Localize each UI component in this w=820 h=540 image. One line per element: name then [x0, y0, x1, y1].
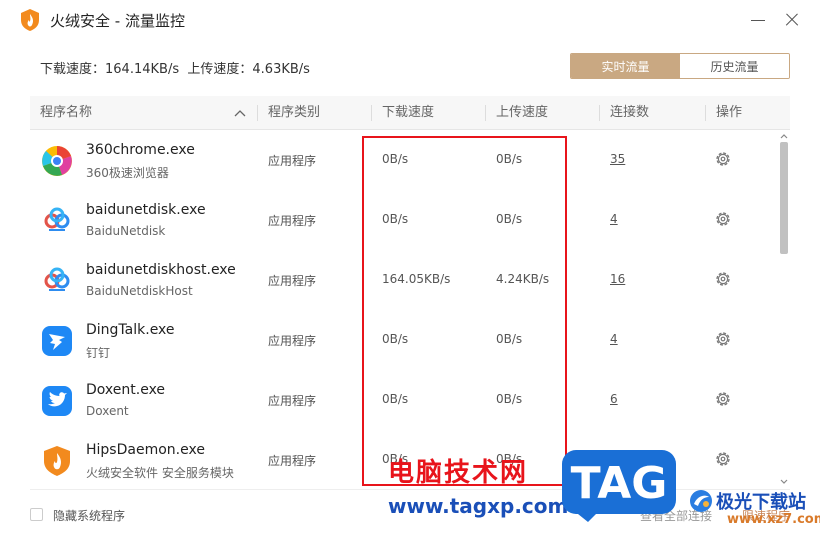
window-title: 火绒安全 - 流量监控 — [50, 12, 185, 30]
download-speed: 0B/s — [382, 392, 409, 406]
column-separator — [705, 105, 706, 121]
column-separator — [485, 105, 486, 121]
baidunetdisk-icon — [44, 207, 70, 231]
360chrome-icon — [42, 146, 72, 176]
process-name: DingTalk.exe — [86, 322, 175, 338]
hide-system-label[interactable]: 隐藏系统程序 — [53, 507, 125, 524]
process-description: BaiduNetdiskHost — [86, 284, 193, 298]
download-label: 下载速度： — [40, 62, 106, 77]
gear-icon[interactable] — [714, 270, 732, 288]
gear-icon[interactable] — [714, 330, 732, 348]
minimize-button[interactable] — [748, 10, 768, 30]
gear-icon[interactable] — [714, 450, 732, 468]
gear-icon[interactable] — [714, 390, 732, 408]
process-description: 钉钉 — [86, 346, 111, 360]
connection-count-link[interactable]: 35 — [610, 152, 625, 166]
process-description: 360极速浏览器 — [86, 166, 169, 180]
column-header-upload[interactable]: 上传速度 — [496, 96, 548, 130]
upload-speed: 0B/s — [496, 332, 523, 346]
process-type: 应用程序 — [268, 334, 317, 348]
huorong-logo-icon — [21, 9, 39, 31]
process-description: BaiduNetdisk — [86, 224, 166, 238]
download-value: 164.14KB/s — [105, 62, 180, 77]
upload-value: 4.63KB/s — [252, 62, 310, 77]
column-separator — [257, 105, 258, 121]
vertical-scrollbar[interactable] — [776, 130, 790, 490]
connection-count-link[interactable]: 4 — [610, 212, 618, 226]
upload-speed: 0B/s — [496, 212, 523, 226]
dingtalk-icon — [42, 326, 72, 356]
table-row[interactable]: baidunetdiskhost.exe BaiduNetdiskHost 应用… — [30, 250, 775, 310]
process-name: baidunetdiskhost.exe — [86, 262, 236, 278]
column-separator — [599, 105, 600, 121]
process-name: 360chrome.exe — [86, 142, 195, 158]
column-header-actions: 操作 — [716, 105, 743, 120]
upload-label: 上传速度： — [187, 62, 253, 77]
upload-speed: 0B/s — [496, 152, 523, 166]
traffic-tabs: 实时流量 历史流量 — [570, 53, 790, 79]
connection-count-link[interactable]: 6 — [610, 392, 618, 406]
download-speed: 0B/s — [382, 212, 409, 226]
process-type: 应用程序 — [268, 454, 317, 468]
doxent-icon — [42, 386, 72, 416]
watermark-text: 电脑技术网 — [388, 458, 529, 488]
process-list: 360chrome.exe 360极速浏览器 应用程序 0B/s 0B/s 35… — [30, 130, 775, 488]
tag-logo-text: TAG — [571, 458, 668, 509]
baidunetdisk-icon — [44, 267, 70, 291]
close-button[interactable] — [782, 10, 802, 30]
process-name: Doxent.exe — [86, 382, 166, 398]
upload-speed: 0B/s — [496, 392, 523, 406]
column-header-type[interactable]: 程序类别 — [268, 96, 320, 130]
watermark-url: www.tagxp.com — [388, 494, 569, 518]
table-row[interactable]: baidunetdisk.exe BaiduNetdisk 应用程序 0B/s … — [30, 190, 775, 250]
column-header-name[interactable]: 程序名称 — [40, 96, 92, 130]
download-speed: 0B/s — [382, 152, 409, 166]
huorong-icon — [44, 446, 70, 476]
process-type: 应用程序 — [268, 214, 317, 228]
scrollbar-thumb[interactable] — [780, 142, 788, 254]
column-header-connections[interactable]: 连接数 — [610, 96, 649, 130]
process-type: 应用程序 — [268, 394, 317, 408]
gear-icon[interactable] — [714, 210, 732, 228]
speed-summary: 下载速度：164.14KB/s 上传速度：4.63KB/s — [40, 58, 310, 77]
watermark-site-url: www.xz7.com — [727, 512, 820, 527]
process-type: 应用程序 — [268, 154, 317, 168]
hide-system-checkbox[interactable] — [30, 508, 43, 521]
process-name: baidunetdisk.exe — [86, 202, 206, 218]
table-row[interactable]: DingTalk.exe 钉钉 应用程序 0B/s 0B/s 4 — [30, 310, 775, 370]
tab-history[interactable]: 历史流量 — [680, 54, 789, 78]
process-description: 火绒安全软件 安全服务模块 — [86, 466, 234, 480]
title-bar: 火绒安全 - 流量监控 — [0, 0, 820, 40]
scroll-up-icon[interactable] — [779, 132, 789, 140]
download-speed: 164.05KB/s — [382, 272, 451, 286]
connection-count-link[interactable]: 16 — [610, 272, 625, 286]
gear-icon[interactable] — [714, 150, 732, 168]
tag-logo-icon: TAG — [562, 450, 676, 522]
table-row[interactable]: 360chrome.exe 360极速浏览器 应用程序 0B/s 0B/s 35 — [30, 130, 775, 190]
scroll-down-icon[interactable] — [779, 478, 789, 486]
connection-count-link[interactable]: 4 — [610, 332, 618, 346]
download-speed: 0B/s — [382, 332, 409, 346]
process-name: HipsDaemon.exe — [86, 442, 205, 458]
jiguang-logo-icon — [690, 490, 712, 512]
upload-speed: 4.24KB/s — [496, 272, 550, 286]
watermark-site-name: 极光下载站 — [716, 492, 806, 513]
column-separator — [371, 105, 372, 121]
column-header-download[interactable]: 下载速度 — [382, 96, 434, 130]
table-row[interactable]: Doxent.exe Doxent 应用程序 0B/s 0B/s 6 — [30, 370, 775, 430]
process-type: 应用程序 — [268, 274, 317, 288]
tab-realtime[interactable]: 实时流量 — [571, 54, 680, 78]
table-header: 程序名称 程序类别 下载速度 上传速度 连接数 操作 — [30, 96, 790, 130]
process-description: Doxent — [86, 404, 129, 418]
sort-ascending-icon[interactable] — [233, 107, 247, 119]
